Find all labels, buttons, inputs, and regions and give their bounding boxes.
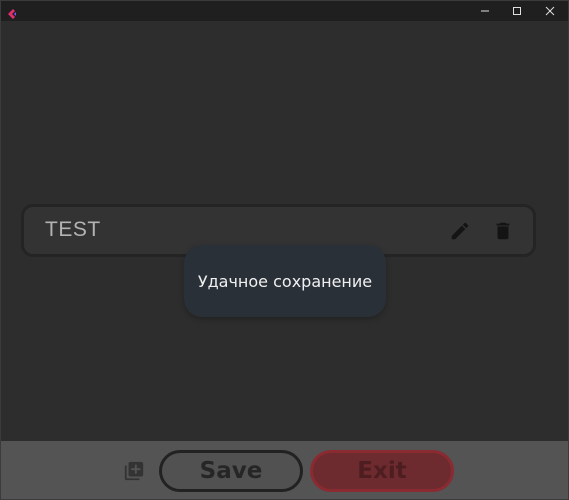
close-icon (545, 6, 555, 16)
app-window: TEST Удачное сохранение Save Exit (0, 0, 569, 500)
bottom-bar: Save Exit (1, 441, 568, 499)
app-icon (6, 5, 18, 19)
pencil-icon (451, 222, 469, 240)
main-content: TEST Удачное сохранение (1, 21, 568, 441)
title-bar (1, 1, 568, 21)
save-button-label: Save (199, 458, 263, 484)
edit-button[interactable] (448, 219, 472, 243)
delete-button[interactable] (491, 219, 515, 243)
toast-message: Удачное сохранение (197, 271, 373, 291)
maximize-button[interactable] (501, 1, 533, 21)
minimize-button[interactable] (469, 1, 501, 21)
minimize-icon (481, 10, 489, 12)
add-to-library-icon (124, 461, 144, 481)
exit-button-label: Exit (357, 458, 407, 484)
close-button[interactable] (534, 1, 566, 21)
save-button[interactable]: Save (159, 450, 303, 492)
save-success-toast: Удачное сохранение (184, 245, 386, 317)
exit-button[interactable]: Exit (310, 450, 454, 492)
add-item-button[interactable] (122, 459, 146, 483)
maximize-icon (513, 7, 521, 15)
trash-icon (496, 222, 510, 240)
item-title: TEST (45, 218, 101, 241)
